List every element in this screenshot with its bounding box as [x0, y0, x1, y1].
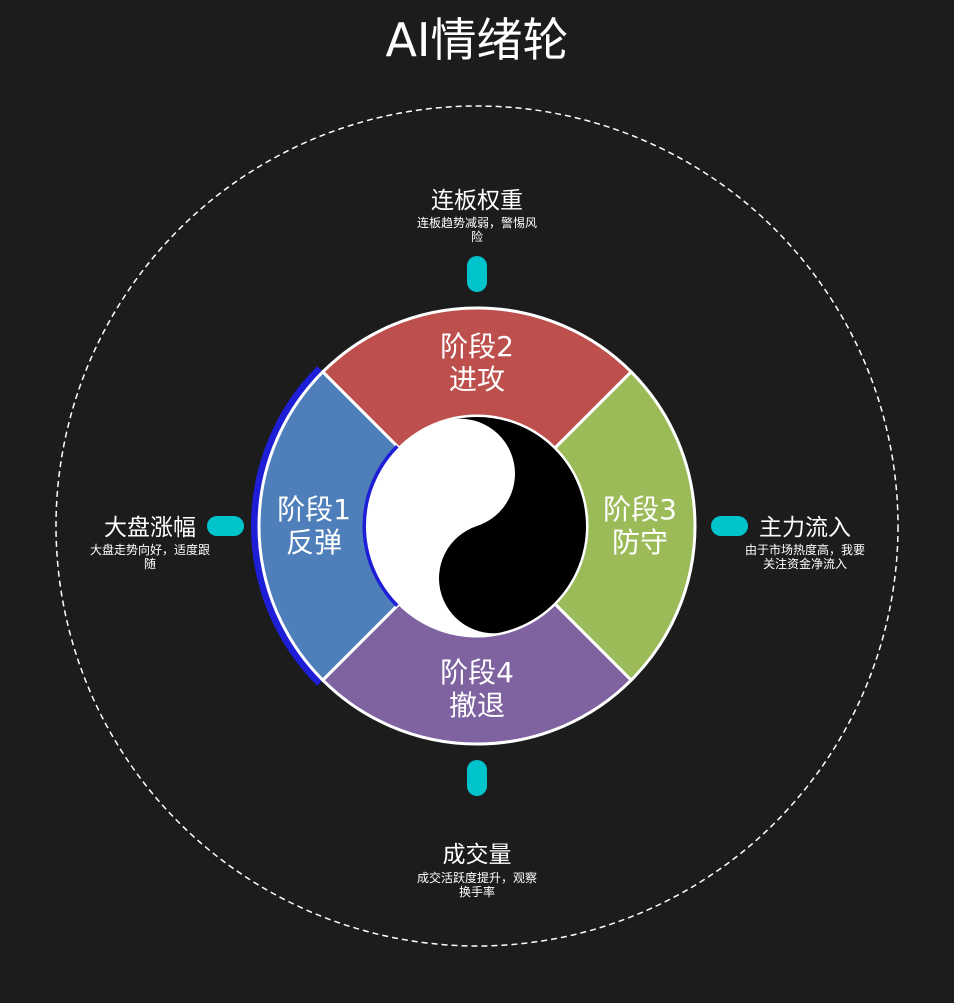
bottom-indicator-desc-line2: 换手率	[459, 884, 495, 899]
left-indicator-desc-line1: 大盘走势向好，适度跟	[90, 542, 210, 557]
right-indicator-desc-line1: 由于市场热度高，我要	[745, 542, 865, 557]
stage-4-label-line2: 撤退	[449, 689, 505, 722]
emotion-wheel-diagram: AI情绪轮 阶段1 反弹 阶段2 进攻 阶段3 防守 阶段4 撤退 连板权重 连…	[55, 13, 899, 947]
top-indicator-desc-line2: 险	[471, 229, 483, 244]
left-indicator-desc-line2: 随	[144, 556, 156, 571]
page-title: AI情绪轮	[385, 13, 568, 67]
stage-1-label-line2: 反弹	[286, 526, 342, 559]
top-indicator-desc-line1: 连板趋势减弱，警惕风	[417, 215, 537, 230]
stage-1-label-line1: 阶段1	[277, 493, 351, 526]
right-indicator-title: 主力流入	[759, 515, 851, 541]
stage-2-label-line2: 进攻	[449, 363, 505, 396]
stage-2-label-line1: 阶段2	[440, 330, 514, 363]
stage-3-label-line1: 阶段3	[603, 493, 677, 526]
right-marker	[711, 516, 748, 536]
left-indicator-title: 大盘涨幅	[104, 515, 196, 541]
stage-3-label-line2: 防守	[612, 526, 668, 559]
right-indicator-desc-line2: 关注资金净流入	[763, 556, 847, 571]
bottom-marker	[467, 760, 487, 796]
left-marker	[207, 516, 244, 536]
top-indicator-title: 连板权重	[431, 188, 523, 214]
stage-4-label-line1: 阶段4	[440, 656, 514, 689]
bottom-indicator-desc-line1: 成交活跃度提升，观察	[417, 870, 537, 885]
top-marker	[467, 256, 487, 292]
bottom-indicator-title: 成交量	[443, 842, 512, 868]
